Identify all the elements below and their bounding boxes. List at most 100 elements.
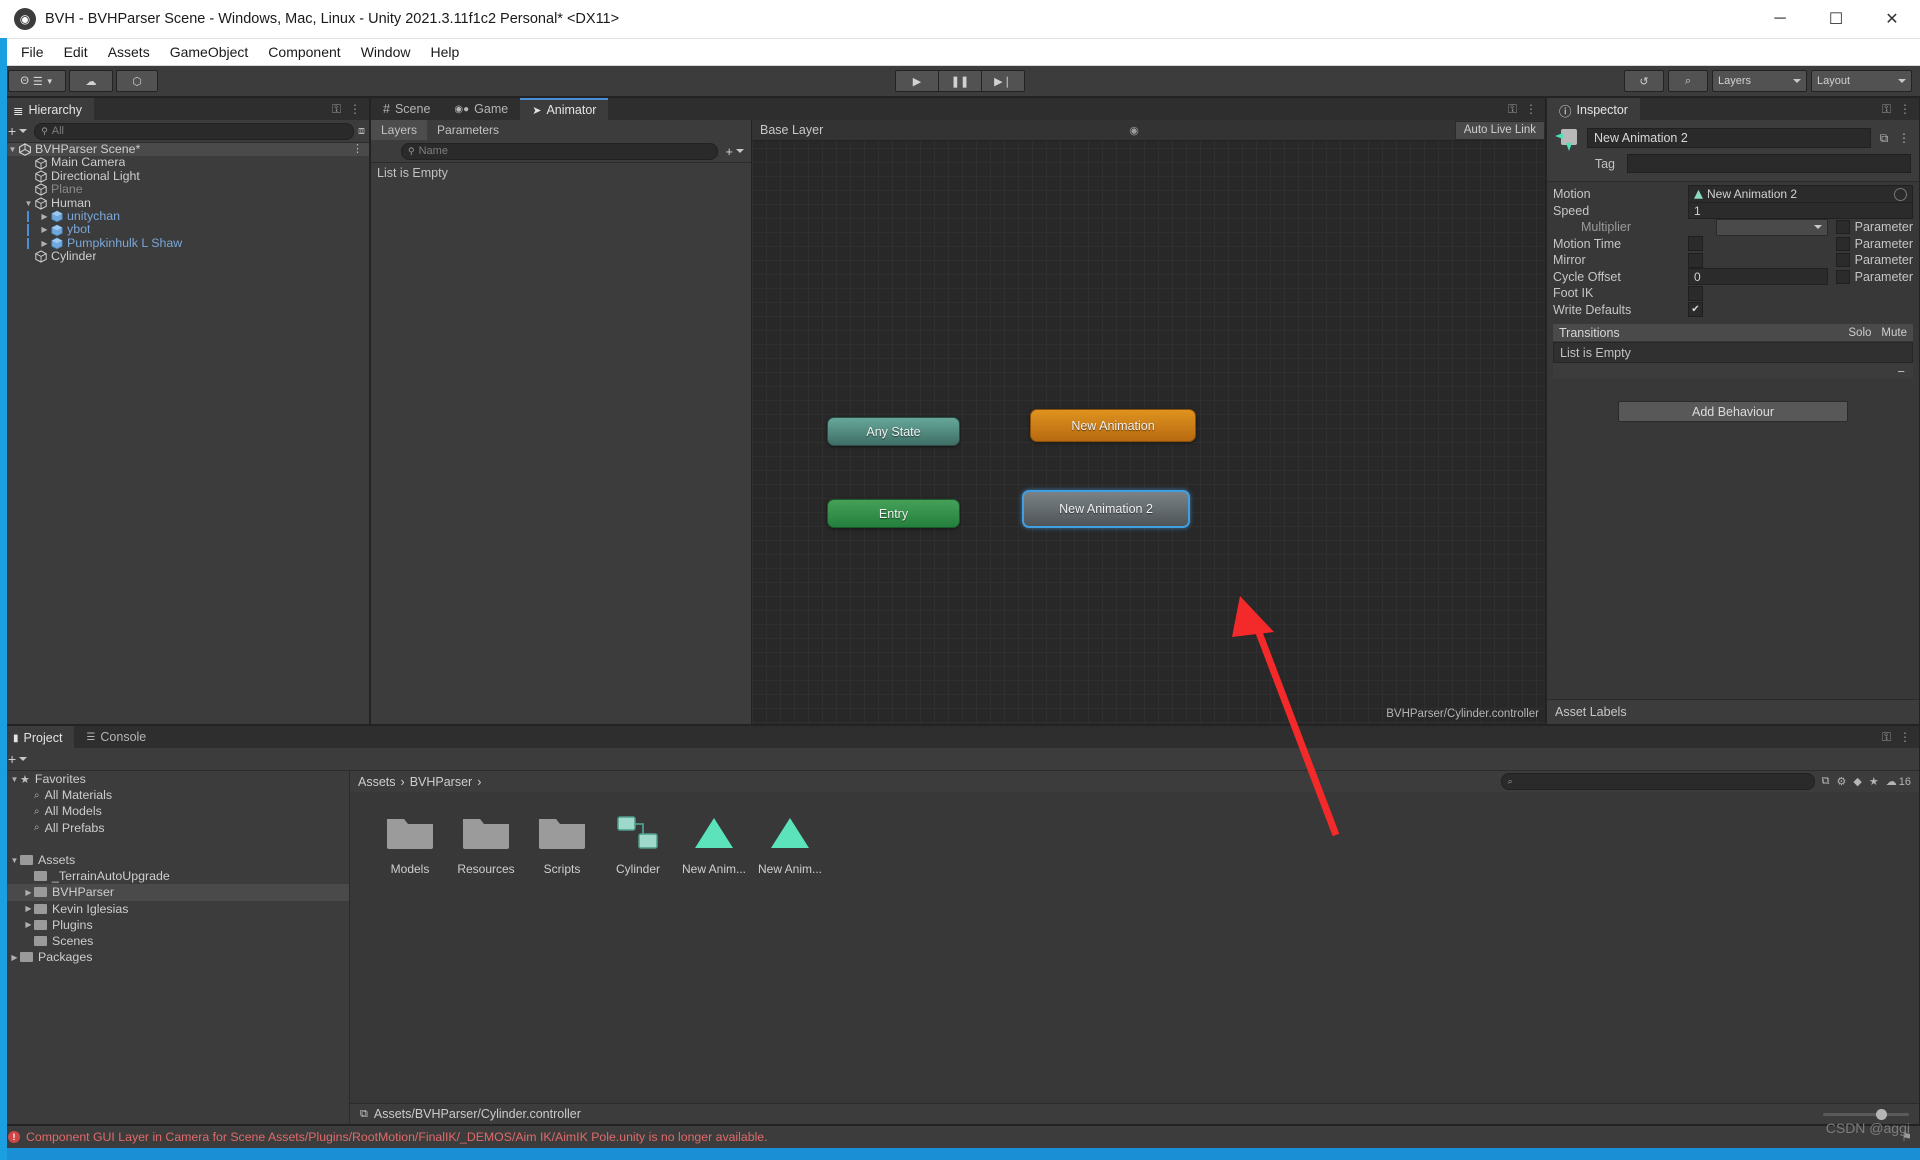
disclosure-triangle[interactable]: ▶	[23, 888, 34, 897]
status-bar[interactable]: ! Component GUI Layer in Camera for Scen…	[0, 1125, 1920, 1148]
animator-state-graph[interactable]: Base Layer ◉ Auto Live Link Any StateEnt…	[752, 120, 1545, 724]
disclosure-triangle[interactable]: ▶	[39, 237, 50, 250]
auto-live-link-button[interactable]: Auto Live Link	[1455, 121, 1545, 140]
label-filter-icon[interactable]: ◆	[1853, 775, 1861, 788]
hierarchy-item[interactable]: ▶Cylinder	[1, 250, 369, 263]
property-checkbox[interactable]	[1688, 253, 1703, 268]
hierarchy-item[interactable]: ▼BVHParser Scene*⋮	[1, 143, 369, 156]
transitions-list[interactable]: List is Empty	[1553, 342, 1913, 363]
subtab-parameters[interactable]: Parameters	[427, 120, 509, 140]
asset-item[interactable]: Cylinder	[600, 810, 676, 876]
motion-object-field[interactable]: New Animation 2	[1688, 185, 1913, 203]
panel-menu-icon[interactable]: ⋮	[1525, 102, 1537, 116]
disclosure-triangle[interactable]: ▼	[23, 197, 34, 210]
disclosure-triangle[interactable]: ▶	[39, 223, 50, 236]
subtab-layers[interactable]: Layers	[371, 120, 427, 140]
panel-menu-icon[interactable]: ⋮	[1899, 730, 1911, 744]
property-checkbox[interactable]: ✔	[1688, 302, 1703, 317]
hierarchy-add-button[interactable]: +	[5, 123, 30, 139]
animator-state-new-animation[interactable]: New Animation	[1030, 409, 1196, 442]
hierarchy-expand-icon[interactable]: ⧈	[358, 125, 365, 138]
project-tree-item[interactable]: ▶⌕All Models	[1, 803, 349, 819]
remove-transition-button[interactable]: −	[1897, 364, 1905, 379]
project-tree-item[interactable]: ▶Packages	[1, 949, 349, 965]
tab-animator[interactable]: ➤ Animator	[520, 98, 608, 120]
layout-dropdown[interactable]: Layout	[1811, 70, 1912, 92]
tab-project[interactable]: ▮ Project	[1, 726, 74, 748]
asset-labels-section[interactable]: Asset Labels	[1547, 699, 1919, 724]
tab-game[interactable]: ◉● Game	[442, 98, 520, 120]
tab-hierarchy[interactable]: ≣ Hierarchy	[1, 98, 94, 120]
menu-item-assets[interactable]: Assets	[99, 42, 159, 62]
project-tree-item[interactable]: ▶BVHParser	[1, 884, 349, 900]
animator-param-search-input[interactable]: ⚲ Name	[401, 143, 718, 160]
parameter-toggle[interactable]: Parameter	[1836, 220, 1913, 234]
lock-icon[interactable]: ⚿	[332, 102, 341, 117]
menu-item-file[interactable]: File	[12, 42, 53, 62]
icon-size-slider-knob[interactable]	[1876, 1109, 1887, 1120]
tag-input[interactable]	[1627, 154, 1911, 173]
asset-item[interactable]: Scripts	[524, 810, 600, 876]
minimize-button[interactable]: ─	[1752, 0, 1808, 38]
lock-icon[interactable]: ⚿	[1882, 730, 1891, 745]
hierarchy-item[interactable]: ▶ybot	[1, 223, 369, 236]
asset-item[interactable]: Resources	[448, 810, 524, 876]
hierarchy-item[interactable]: ▶unitychan	[1, 210, 369, 223]
pause-button[interactable]: ❚❚	[938, 70, 981, 92]
favorite-filter-icon[interactable]: ★	[1869, 775, 1879, 788]
menu-item-help[interactable]: Help	[421, 42, 468, 62]
package-badge[interactable]: ☁ 16	[1886, 775, 1911, 788]
hierarchy-item[interactable]: ▶Directional Light	[1, 170, 369, 183]
asset-item[interactable]: Models	[372, 810, 448, 876]
number-field[interactable]: 1	[1688, 202, 1913, 219]
project-tree-item[interactable]: ▶Kevin Iglesias	[1, 901, 349, 917]
tab-inspector[interactable]: ⓘ Inspector	[1547, 98, 1640, 120]
project-tree-item[interactable]: ▶⌕All Prefabs	[1, 820, 349, 836]
eye-icon[interactable]: ◉	[1129, 124, 1139, 137]
asset-item[interactable]: New Anim...	[752, 810, 828, 876]
step-button[interactable]: ▶❘	[981, 70, 1025, 92]
search-button[interactable]: ⌕	[1668, 70, 1708, 92]
menu-item-edit[interactable]: Edit	[55, 42, 97, 62]
breadcrumb-bvhparser[interactable]: BVHParser	[410, 775, 473, 789]
hierarchy-item[interactable]: ▶Main Camera	[1, 156, 369, 169]
hierarchy-item[interactable]: ▶Pumpkinhulk L Shaw	[1, 237, 369, 250]
hierarchy-item[interactable]: ▶Plane	[1, 183, 369, 196]
icon-size-slider[interactable]	[1823, 1113, 1909, 1116]
project-folder-tree[interactable]: ▼★Favorites▶⌕All Materials▶⌕All Models▶⌕…	[1, 771, 350, 1124]
state-name-input[interactable]: New Animation 2	[1587, 128, 1871, 148]
lock-icon[interactable]: ⚿	[1882, 102, 1891, 117]
play-button[interactable]: ▶	[895, 70, 938, 92]
disclosure-triangle[interactable]: ▼	[9, 775, 20, 784]
layers-dropdown[interactable]: Layers	[1712, 70, 1807, 92]
hierarchy-item[interactable]: ▼Human	[1, 197, 369, 210]
undo-history-button[interactable]: ↺	[1624, 70, 1664, 92]
add-parameter-button[interactable]: +	[722, 144, 747, 159]
menu-item-component[interactable]: Component	[259, 42, 349, 62]
object-picker-icon[interactable]	[1894, 188, 1907, 201]
tab-scene[interactable]: # Scene	[371, 98, 442, 120]
project-tree-item[interactable]: ▶Scenes	[1, 933, 349, 949]
hierarchy-search-input[interactable]: ⚲ All	[34, 123, 354, 140]
parameter-toggle[interactable]: Parameter	[1836, 253, 1913, 267]
services-button[interactable]: ⬡	[116, 70, 158, 92]
expand-icon[interactable]: ⧉	[1877, 131, 1891, 146]
lock-icon[interactable]: ⚿	[1508, 102, 1517, 117]
animator-layer-list[interactable]: List is Empty	[371, 163, 751, 724]
menu-item-window[interactable]: Window	[352, 42, 420, 62]
animator-state-any-state[interactable]: Any State	[827, 417, 960, 446]
parameter-checkbox[interactable]	[1836, 253, 1850, 267]
property-checkbox[interactable]	[1688, 236, 1703, 251]
asset-grid[interactable]: ModelsResourcesScriptsCylinder New Anim..…	[350, 792, 1919, 1103]
project-search-input[interactable]: ⌕	[1501, 773, 1815, 790]
multiplier-dropdown[interactable]	[1716, 219, 1828, 236]
number-field[interactable]: 0	[1688, 268, 1828, 285]
project-tree-item[interactable]: ▼★Favorites	[1, 771, 349, 787]
panel-menu-icon[interactable]: ⋮	[349, 102, 361, 116]
hierarchy-row-menu-icon[interactable]: ⋮	[352, 143, 369, 156]
hierarchy-tree[interactable]: ▼BVHParser Scene*⋮▶Main Camera▶Direction…	[1, 143, 369, 724]
project-tree-item[interactable]: ▶_TerrainAutoUpgrade	[1, 868, 349, 884]
maximize-button[interactable]: ☐	[1808, 0, 1864, 38]
add-behaviour-button[interactable]: Add Behaviour	[1618, 401, 1848, 422]
project-add-button[interactable]: +	[5, 751, 30, 767]
